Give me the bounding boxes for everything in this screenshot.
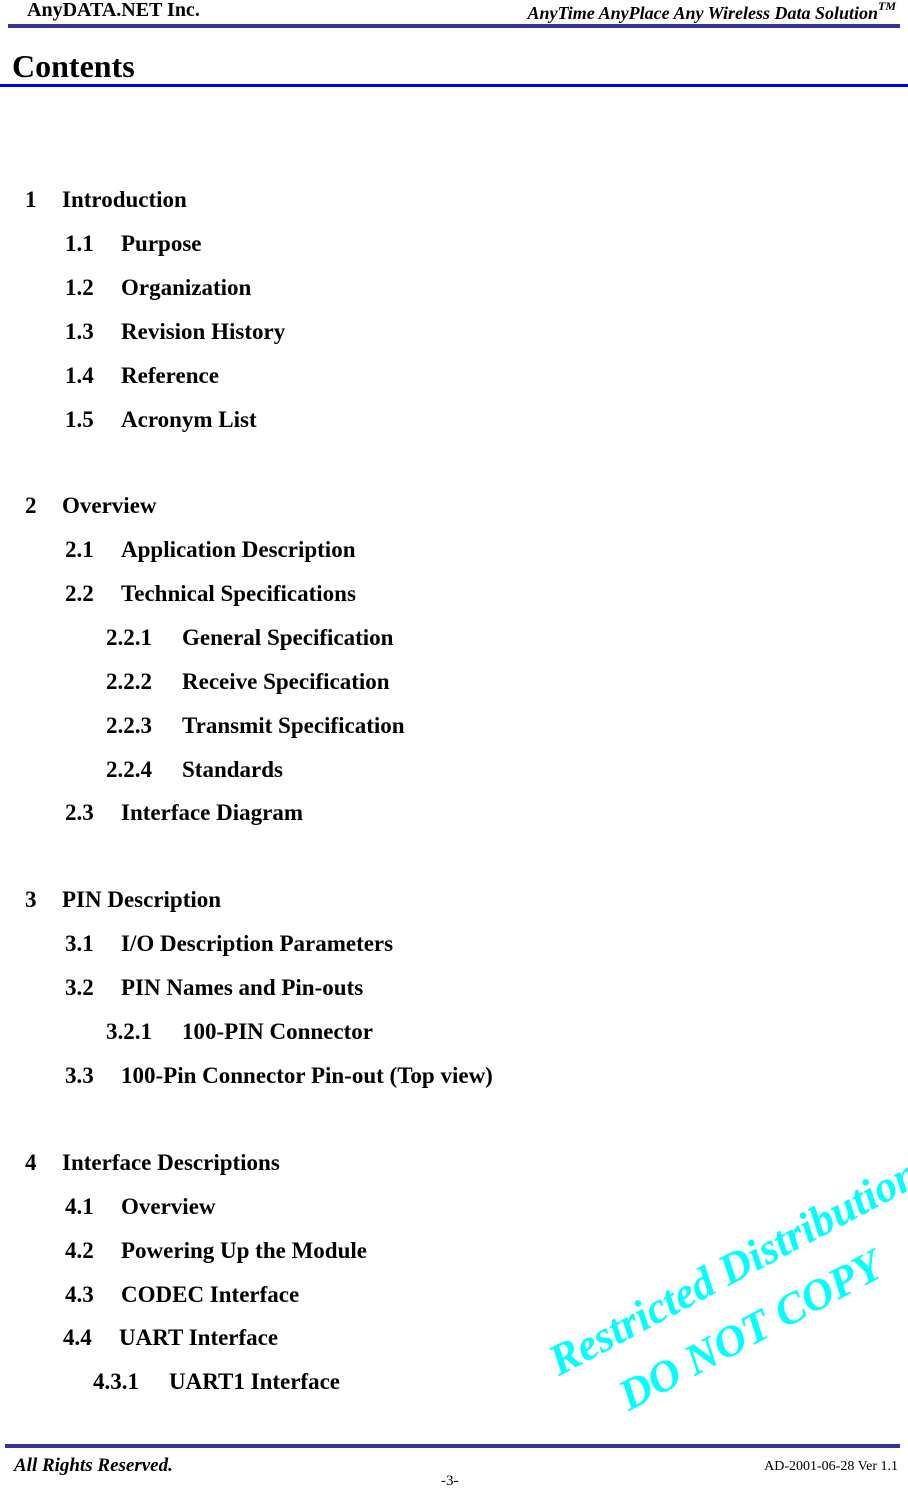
- toc-entry[interactable]: 1.4 Reference: [65, 362, 219, 390]
- watermark-line-restricted: Restricted Distribution: [540, 1148, 908, 1386]
- toc-entry-label: I/O Description Parameters: [121, 931, 394, 956]
- toc-entry-label: Application Description: [121, 537, 356, 562]
- toc-entry-label: CODEC Interface: [121, 1282, 300, 1307]
- header-rule: [8, 24, 900, 28]
- toc-entry-number: 4.4: [63, 1325, 92, 1350]
- toc-entry-number: 2: [25, 493, 37, 518]
- toc-entry[interactable]: 4.3.1 UART1 Interface: [93, 1368, 340, 1396]
- toc-entry[interactable]: 1.5 Acronym List: [65, 406, 257, 434]
- toc-entry-label: Organization: [121, 275, 252, 300]
- trademark-mark: TM: [878, 0, 896, 13]
- toc-entry-label: UART1 Interface: [169, 1369, 341, 1394]
- toc-entry-number: 1.4: [65, 363, 94, 388]
- toc-entry[interactable]: 1 Introduction: [25, 186, 187, 214]
- toc-entry[interactable]: 4.2 Powering Up the Module: [65, 1237, 367, 1265]
- toc-entry[interactable]: 1.2 Organization: [65, 274, 251, 302]
- toc-entry-number: 1.1: [65, 231, 94, 256]
- toc-entry-label: General Specification: [182, 625, 394, 650]
- toc-entry[interactable]: 3.3 100-Pin Connector Pin-out (Top view): [65, 1062, 493, 1090]
- toc-entry-number: 4.1: [65, 1194, 94, 1219]
- toc-entry[interactable]: 3.2.1 100-PIN Connector: [106, 1018, 373, 1046]
- toc-entry[interactable]: 2.2.4 Standards: [106, 756, 283, 784]
- toc-entry-number: 4: [25, 1150, 37, 1175]
- toc-entry-label: Reference: [121, 363, 219, 388]
- toc-entry[interactable]: 4.1 Overview: [65, 1193, 216, 1221]
- toc-entry[interactable]: 3.1 I/O Description Parameters: [65, 930, 393, 958]
- toc-entry-number: 3.3: [65, 1063, 94, 1088]
- toc-entry-number: 2.2: [65, 581, 94, 606]
- page-number: -3-: [441, 1473, 459, 1489]
- title-rule: [0, 84, 908, 87]
- toc-entry-number: 4.3: [65, 1282, 94, 1307]
- toc-entry-number: 1.5: [65, 407, 94, 432]
- toc-entry-number: 1.3: [65, 319, 94, 344]
- toc-entry-number: 2.2.3: [106, 713, 152, 738]
- toc-entry[interactable]: 1.1 Purpose: [65, 230, 202, 258]
- toc-entry-number: 1.2: [65, 275, 94, 300]
- toc-entry[interactable]: 1.3 Revision History: [65, 318, 285, 346]
- toc-entry[interactable]: 2 Overview: [25, 492, 157, 520]
- company-name: AnyDATA.NET Inc.: [27, 0, 200, 21]
- toc-entry-number: 2.1: [65, 537, 94, 562]
- toc-entry[interactable]: 3.2 PIN Names and Pin-outs: [65, 974, 363, 1002]
- toc-entry-label: Transmit Specification: [182, 713, 405, 738]
- toc-entry[interactable]: 4.4 UART Interface: [63, 1324, 278, 1352]
- toc-entry[interactable]: 2.2.2 Receive Specification: [106, 668, 390, 696]
- toc-entry-label: Interface Diagram: [121, 800, 304, 825]
- toc-entry-number: 4.2: [65, 1238, 94, 1263]
- toc-entry[interactable]: 2.3 Interface Diagram: [65, 799, 303, 827]
- toc-entry-number: 3.2: [65, 975, 94, 1000]
- toc-entry[interactable]: 2.2 Technical Specifications: [65, 580, 356, 608]
- toc-entry-label: Overview: [62, 493, 157, 518]
- watermark-line-do-not-copy: DO NOT COPY: [610, 1240, 891, 1421]
- toc-entry-label: PIN Description: [62, 887, 222, 912]
- footer-rights: All Rights Reserved.: [14, 1455, 173, 1476]
- page-title: Contents: [12, 48, 135, 84]
- footer-doc-id: AD-2001-06-28 Ver 1.1: [764, 1459, 898, 1474]
- toc-entry-label: Acronym List: [121, 407, 257, 432]
- company-tagline: AnyTime AnyPlace Any Wireless Data Solut…: [527, 0, 896, 24]
- toc-entry-number: 1: [25, 187, 37, 212]
- toc-entry-label: Standards: [182, 757, 283, 782]
- toc-entry-label: Technical Specifications: [121, 581, 356, 606]
- tagline-text: AnyTime AnyPlace Any Wireless Data Solut…: [527, 3, 878, 23]
- toc-entry-label: Overview: [121, 1194, 216, 1219]
- toc-entry[interactable]: 4 Interface Descriptions: [25, 1149, 280, 1177]
- toc-entry-label: Revision History: [121, 319, 286, 344]
- toc-entry-label: UART Interface: [119, 1325, 279, 1350]
- toc-entry-label: Purpose: [121, 231, 202, 256]
- toc-entry-number: 2.2.1: [106, 625, 152, 650]
- toc-entry-label: PIN Names and Pin-outs: [121, 975, 364, 1000]
- toc-entry-number: 3.2.1: [106, 1019, 152, 1044]
- toc-entry-number: 2.3: [65, 800, 94, 825]
- toc-entry[interactable]: 2.1 Application Description: [65, 536, 355, 564]
- watermark: Restricted Distribution DO NOT COPY: [520, 1148, 908, 1421]
- toc-entry[interactable]: 4.3 CODEC Interface: [65, 1281, 299, 1309]
- toc-entry[interactable]: 3 PIN Description: [25, 886, 221, 914]
- toc-entry[interactable]: 2.2.3 Transmit Specification: [106, 712, 405, 740]
- toc-entry-number: 3.1: [65, 931, 94, 956]
- toc-entry-number: 2.2.4: [106, 757, 152, 782]
- toc-entry-number: 4.3.1: [93, 1369, 139, 1394]
- toc-entry-label: 100-PIN Connector: [182, 1019, 373, 1044]
- toc-entry-label: Receive Specification: [182, 669, 390, 694]
- toc-entry-label: Powering Up the Module: [121, 1238, 367, 1263]
- footer-rule: [5, 1444, 900, 1448]
- toc-entry[interactable]: 2.2.1 General Specification: [106, 624, 393, 652]
- toc-entry-label: Interface Descriptions: [62, 1150, 280, 1175]
- toc-entry-number: 2.2.2: [106, 669, 152, 694]
- toc-entry-label: 100-Pin Connector Pin-out (Top view): [121, 1063, 493, 1088]
- toc-entry-number: 3: [25, 887, 37, 912]
- toc-entry-label: Introduction: [62, 187, 187, 212]
